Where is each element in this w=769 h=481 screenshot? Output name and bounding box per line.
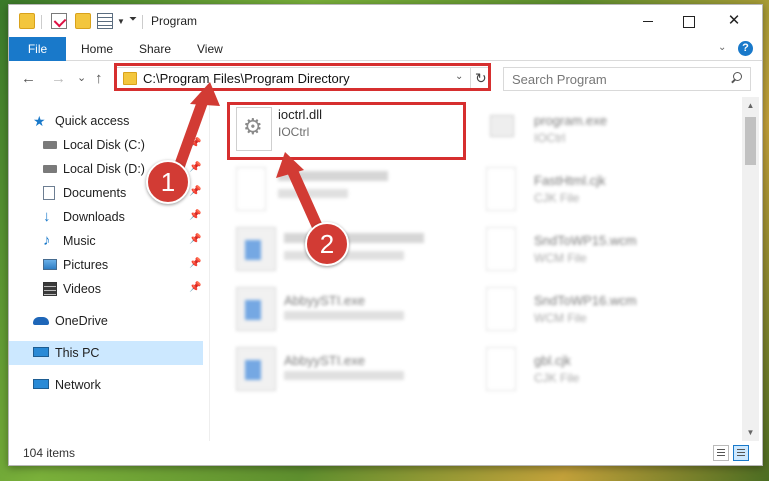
- arrow-1-head: [190, 82, 220, 106]
- arrow-1-shaft: [172, 93, 211, 172]
- callout-step-2: 2: [305, 222, 349, 266]
- annotation-arrows: [172, 82, 324, 231]
- arrow-2-shaft: [286, 167, 324, 231]
- callout-step-1: 1: [146, 160, 190, 204]
